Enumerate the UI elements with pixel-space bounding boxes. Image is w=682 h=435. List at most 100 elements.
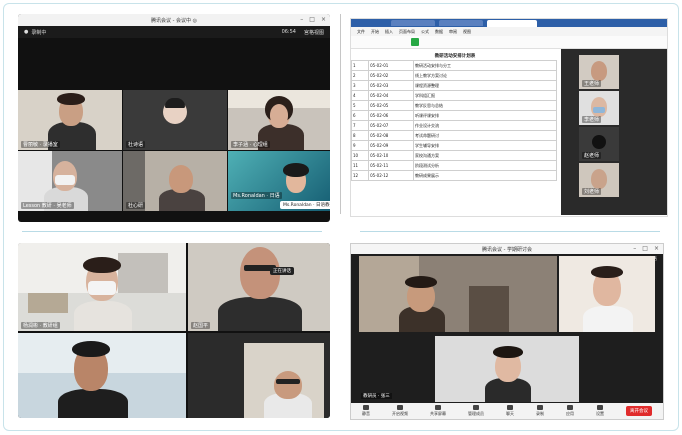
video-tile[interactable]: Ms.Ronaldan · 日语 Ms.Ronaldan · 日语教研 <box>228 151 330 211</box>
sheet-cell[interactable]: 5 <box>351 100 370 111</box>
layout-button[interactable]: 宫格视图 <box>304 29 324 36</box>
browser-tab-active[interactable] <box>487 20 537 27</box>
video-tile[interactable]: 刘老师 <box>579 163 619 197</box>
sheet-cell[interactable]: 考试命题研讨 <box>413 130 557 141</box>
sheet-table: 1 05-02-01 教研活动安排与分工 2 05-02-02 线上教学方案讨论 3 05-0… <box>351 60 557 181</box>
video-button[interactable]: 开启视频 <box>392 405 408 417</box>
sheet-row[interactable]: 12 05-02-12 教研成果展示 <box>351 170 557 181</box>
settings-button[interactable]: 设置 <box>596 405 604 417</box>
video-tile[interactable] <box>359 256 557 332</box>
sheet-cell[interactable]: 家校沟通方案 <box>413 150 557 161</box>
video-tile[interactable]: 赵老师 <box>579 127 619 161</box>
record-button[interactable]: 录制 <box>536 405 544 417</box>
browser-tab[interactable] <box>439 20 483 26</box>
sheet-cell[interactable]: 教研成果展示 <box>413 170 557 181</box>
sheet-cell[interactable]: 学科组汇报 <box>413 90 557 101</box>
sheet-cell[interactable]: 05-02-07 <box>368 120 414 131</box>
ribbon-tab[interactable]: 文件 <box>357 29 365 35</box>
sheet-cell[interactable]: 教研活动安排与分工 <box>413 60 557 71</box>
sheet-cell[interactable]: 教学反思与总结 <box>413 100 557 111</box>
ribbon-tab[interactable]: 视图 <box>463 29 471 35</box>
ribbon-tab[interactable]: 插入 <box>385 29 393 35</box>
sheet-cell[interactable]: 6 <box>351 110 370 121</box>
ribbon-tab[interactable]: 审阅 <box>449 29 457 35</box>
share-screen-button[interactable]: 共享屏幕 <box>430 405 446 417</box>
sheet-cell[interactable]: 阶段测试分析 <box>413 160 557 171</box>
sheet-cell[interactable]: 05-02-09 <box>368 140 414 151</box>
sheet-row[interactable]: 2 05-02-02 线上教学方案讨论 <box>351 70 557 81</box>
leave-meeting-button[interactable]: 离开会议 <box>626 406 652 416</box>
sheet-cell[interactable]: 学生辅导安排 <box>413 140 557 151</box>
sheet-row[interactable]: 10 05-02-10 家校沟通方案 <box>351 150 557 161</box>
video-tile[interactable]: 赵国平 正在讲话 <box>188 243 330 331</box>
ribbon-tab[interactable]: 数据 <box>435 29 443 35</box>
video-tile[interactable]: 杜诗语 <box>123 90 227 150</box>
sheet-cell[interactable]: 05-02-01 <box>368 60 414 71</box>
video-tile[interactable] <box>188 333 330 418</box>
video-tile[interactable] <box>435 336 579 402</box>
ribbon-tab[interactable]: 开始 <box>371 29 379 35</box>
sheet-cell[interactable]: 05-02-04 <box>368 90 414 101</box>
sheet-cell[interactable]: 05-02-02 <box>368 70 414 81</box>
person-hair <box>493 346 523 358</box>
sheet-cell[interactable]: 4 <box>351 90 370 101</box>
sheet-cell[interactable]: 课程资源整理 <box>413 80 557 91</box>
video-tile[interactable]: 李老师 <box>579 91 619 125</box>
apps-button[interactable]: 应用 <box>566 405 574 417</box>
title-bar: 腾讯会议 - 会议中 ◎ – □ × <box>18 14 330 26</box>
ribbon-tab[interactable]: 公式 <box>421 29 429 35</box>
sheet-cell[interactable]: 10 <box>351 150 370 161</box>
video-tile[interactable]: 曹丽敏 · 录播室 <box>18 90 122 150</box>
sheet-cell[interactable]: 2 <box>351 70 370 81</box>
video-tile[interactable]: Lesson 教研 · 吴老师 <box>18 151 122 211</box>
chat-button[interactable]: 聊天 <box>506 405 514 417</box>
minimize-icon[interactable]: – <box>300 16 303 23</box>
sheet-cell[interactable]: 05-02-08 <box>368 130 414 141</box>
sheet-cell[interactable]: 作业设计交流 <box>413 120 557 131</box>
sheet-row[interactable]: 5 05-02-05 教学反思与总结 <box>351 100 557 111</box>
sheet-cell[interactable]: 线上教学方案讨论 <box>413 70 557 81</box>
sheet-cell[interactable]: 05-02-06 <box>368 110 414 121</box>
ribbon-tab[interactable]: 页面布局 <box>399 29 415 35</box>
maximize-icon[interactable]: □ <box>309 16 315 23</box>
video-tile[interactable]: 王老师 <box>579 55 619 89</box>
sheet-cell[interactable]: 05-02-03 <box>368 80 414 91</box>
video-tile[interactable]: 李子涵 · 心理组 <box>228 90 330 150</box>
video-tile[interactable] <box>18 333 186 418</box>
person-face <box>591 169 607 189</box>
browser-tab[interactable] <box>391 20 435 26</box>
manage-members-button[interactable]: 管理成员 <box>468 405 484 417</box>
sheet-row[interactable]: 6 05-02-06 听课评课安排 <box>351 110 557 121</box>
sheet-row[interactable]: 4 05-02-04 学科组汇报 <box>351 90 557 101</box>
sheet-cell[interactable]: 12 <box>351 170 370 181</box>
sheet-row[interactable]: 7 05-02-07 作业设计交流 <box>351 120 557 131</box>
sheet-cell[interactable]: 05-02-10 <box>368 150 414 161</box>
sheet-row[interactable]: 3 05-02-03 课程资源整理 <box>351 80 557 91</box>
mute-button[interactable]: 静音 <box>362 405 370 417</box>
sheet-cell[interactable]: 11 <box>351 160 370 171</box>
person-hair <box>57 93 85 105</box>
sheet-cell[interactable]: 05-02-12 <box>368 170 414 181</box>
sheet-cell[interactable]: 9 <box>351 140 370 151</box>
video-tile[interactable]: 杨润彬 · 教研组 <box>18 243 186 331</box>
video-tile[interactable]: 杜心研 <box>123 151 227 211</box>
sheet-cell[interactable]: 7 <box>351 120 370 131</box>
sheet-row[interactable]: 9 05-02-09 学生辅导安排 <box>351 140 557 151</box>
sheet-row[interactable]: 1 05-02-01 教研活动安排与分工 <box>351 60 557 71</box>
video-tile[interactable] <box>559 256 655 332</box>
face-mask <box>55 175 75 185</box>
sheet-cell[interactable]: 05-02-05 <box>368 100 414 111</box>
close-icon[interactable]: × <box>654 245 659 252</box>
spreadsheet-app-icon[interactable] <box>411 38 419 46</box>
sheet-cell[interactable]: 8 <box>351 130 370 141</box>
person-body <box>218 297 302 331</box>
minimize-icon[interactable]: – <box>633 245 636 252</box>
sheet-row[interactable]: 11 05-02-11 阶段测试分析 <box>351 160 557 171</box>
sheet-cell[interactable]: 3 <box>351 80 370 91</box>
close-icon[interactable]: × <box>321 16 326 23</box>
sheet-cell[interactable]: 05-02-11 <box>368 160 414 171</box>
sheet-cell[interactable]: 1 <box>351 60 370 71</box>
sheet-row[interactable]: 8 05-02-08 考试命题研讨 <box>351 130 557 141</box>
sheet-cell[interactable]: 听课评课安排 <box>413 110 557 121</box>
maximize-icon[interactable]: □ <box>642 245 648 252</box>
